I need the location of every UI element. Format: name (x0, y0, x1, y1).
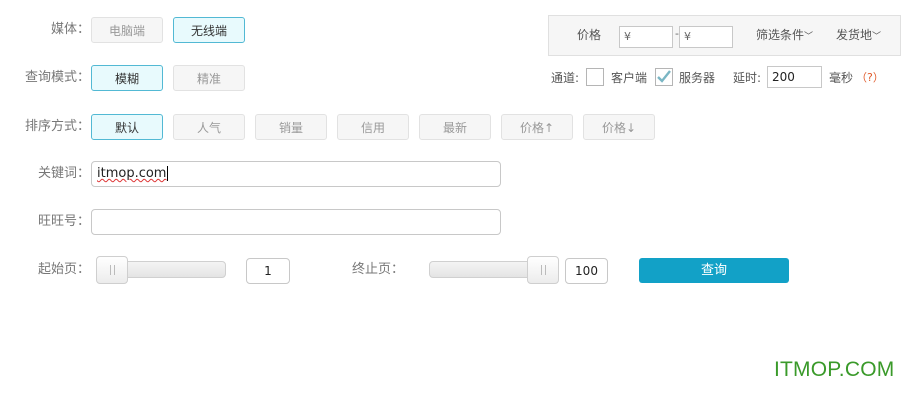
server-checkbox[interactable] (655, 68, 673, 86)
client-checkbox[interactable] (586, 68, 604, 86)
price-max-prefix: ¥ (684, 30, 691, 43)
query-mode-label: 查询模式： (24, 70, 90, 85)
server-label: 服务器 (679, 71, 716, 85)
end-page-label: 终止页： (352, 262, 405, 277)
checkmark-icon (657, 70, 671, 83)
price-min-input[interactable]: ¥ (619, 26, 673, 48)
watermark: ITMOP.COM (774, 358, 895, 381)
end-page-slider-handle[interactable] (527, 256, 559, 284)
media-label: 媒体： (50, 22, 90, 37)
text-caret (167, 166, 169, 181)
sort-default[interactable]: 默认 (91, 114, 163, 140)
conditions-dropdown[interactable]: 筛选条件﹀ (756, 26, 813, 43)
chevron-down-icon: ﹀ (804, 32, 814, 42)
query-button[interactable]: 查询 (639, 258, 789, 283)
sort-credit[interactable]: 信用 (337, 114, 409, 140)
sort-newest[interactable]: 最新 (419, 114, 491, 140)
price-max-input[interactable]: ¥ (679, 26, 733, 48)
price-min-prefix: ¥ (624, 30, 631, 43)
ship-from-dropdown[interactable]: 发货地﹀ (836, 26, 881, 43)
delay-unit: 毫秒 (829, 71, 854, 85)
sort-label: 排序方式： (24, 119, 90, 134)
conditions-label: 筛选条件 (756, 28, 805, 42)
sort-sales[interactable]: 销量 (255, 114, 327, 140)
start-page-input[interactable]: 1 (246, 258, 290, 284)
end-page-input[interactable]: 100 (565, 258, 608, 284)
delay-input[interactable]: 200 (767, 66, 822, 88)
query-mode-fuzzy[interactable]: 模糊 (91, 65, 163, 91)
wangwang-input[interactable] (91, 209, 501, 235)
price-label: 价格 (577, 28, 602, 42)
start-page-label: 起始页： (37, 262, 90, 277)
delay-label: 延时: (733, 71, 762, 85)
query-mode-exact[interactable]: 精准 (173, 65, 245, 91)
chevron-down-icon: ﹀ (872, 32, 882, 42)
wangwang-label: 旺旺号： (37, 214, 90, 229)
channel-label: 通道: (551, 71, 580, 85)
sort-popularity[interactable]: 人气 (173, 114, 245, 140)
sort-price-desc[interactable]: 价格↓ (583, 114, 655, 140)
media-option-wireless[interactable]: 无线端 (173, 17, 245, 43)
keyword-input[interactable]: itmop.com (91, 161, 501, 187)
start-page-slider-handle[interactable] (96, 256, 128, 284)
keyword-value: itmop.com (97, 166, 167, 181)
keyword-label: 关键词： (37, 166, 90, 181)
filter-panel: 价格 ¥ - ¥ 筛选条件﹀ 发货地﹀ (548, 15, 901, 56)
ship-from-label: 发货地 (836, 28, 873, 42)
help-link[interactable]: （?） (856, 69, 884, 85)
media-option-pc[interactable]: 电脑端 (91, 17, 163, 43)
client-label: 客户端 (611, 71, 648, 85)
sort-price-asc[interactable]: 价格↑ (501, 114, 573, 140)
